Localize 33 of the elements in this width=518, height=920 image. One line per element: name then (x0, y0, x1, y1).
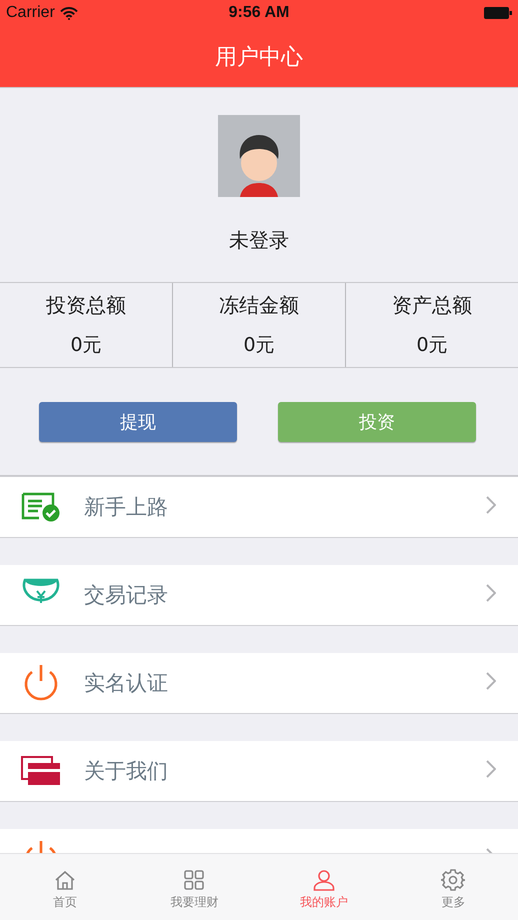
menu-row[interactable]: 关于我们 (0, 741, 518, 802)
battery-icon (484, 7, 512, 19)
tab[interactable]: 首页 (0, 854, 130, 920)
stat-value: 0元 (243, 333, 275, 358)
chevron-icon (486, 760, 496, 778)
checklist-icon (21, 492, 61, 522)
action-button[interactable]: 提现 (39, 402, 237, 442)
menu-row[interactable]: 新手上路 (0, 476, 518, 538)
stat-label: 资产总额 (392, 292, 472, 319)
tab[interactable]: 更多 (388, 854, 518, 920)
page-title: 用户中心 (215, 44, 303, 72)
user-icon (312, 868, 336, 892)
stat-label: 冻结金额 (219, 292, 299, 319)
avatar[interactable] (218, 115, 300, 197)
cards-icon (21, 756, 61, 786)
tab[interactable]: 我的账户 (259, 854, 388, 920)
chevron-icon (486, 584, 496, 602)
settings-icon (441, 868, 466, 892)
tab[interactable]: 我要理财 (130, 854, 259, 920)
clock-label: 9:56 AM (228, 4, 290, 22)
wifi-icon (60, 6, 78, 20)
chevron-icon (486, 496, 496, 514)
username-label: 未登录 (229, 227, 289, 254)
home-icon (52, 868, 77, 892)
grid-icon (182, 868, 206, 892)
menu-row[interactable]: 实名认证 (0, 653, 518, 714)
stat-label: 投资总额 (46, 292, 126, 319)
action-button[interactable]: 投资 (278, 402, 476, 442)
stat-value: 0元 (70, 333, 102, 358)
stat-value: 0元 (416, 333, 448, 358)
carrier-label: Carrier (6, 4, 55, 22)
menu-row[interactable]: 交易记录 (0, 565, 518, 626)
chevron-icon (486, 672, 496, 690)
